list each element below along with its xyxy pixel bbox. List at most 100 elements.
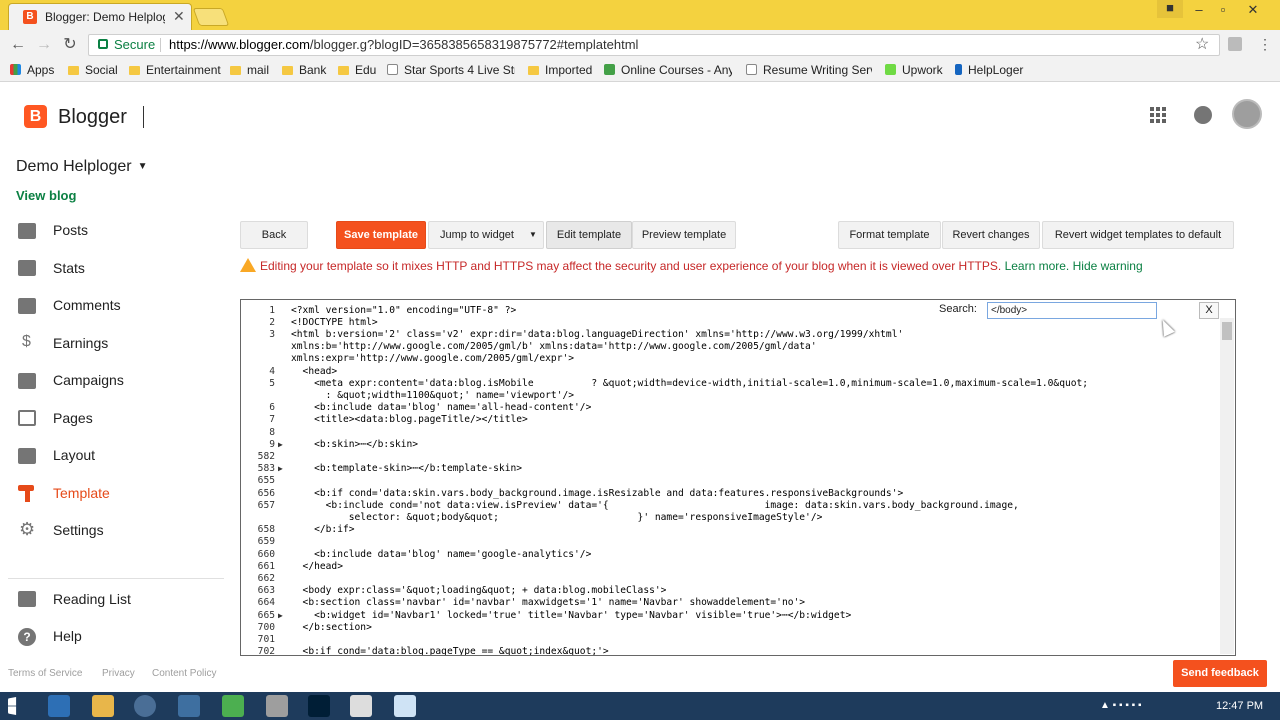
content-policy-link[interactable]: Content Policy — [152, 668, 216, 679]
jump-to-widget-label: Jump to widget — [440, 229, 514, 241]
line-number: 583 — [257, 463, 275, 474]
revert-changes-button[interactable]: Revert changes — [942, 221, 1040, 249]
revert-widget-templates-button[interactable]: Revert widget templates to default — [1042, 221, 1234, 249]
bookmark-social[interactable]: Social — [68, 63, 118, 77]
taskbar-camtasia-icon[interactable] — [350, 695, 372, 717]
taskbar-photoshop-icon[interactable] — [308, 695, 330, 717]
blog-selector[interactable]: Demo Helploger ▼ — [16, 158, 148, 176]
privacy-link[interactable]: Privacy — [102, 668, 135, 679]
tab-close-icon[interactable]: ✕ — [173, 8, 185, 25]
sidebar-item-template[interactable]: Template — [53, 485, 110, 501]
taskbar-app-icon[interactable] — [178, 695, 200, 717]
jump-to-widget-dropdown[interactable]: Jump to widget ▼ — [428, 221, 544, 249]
bookmark-imported[interactable]: Imported — [528, 63, 592, 77]
line-number: 702 — [257, 646, 275, 656]
format-template-button[interactable]: Format template — [838, 221, 941, 249]
sidebar-item-posts[interactable]: Posts — [53, 222, 88, 238]
taskbar-app-icon[interactable] — [222, 695, 244, 717]
help-icon: ? — [18, 628, 36, 646]
minimize-icon[interactable]: – — [1186, 2, 1212, 20]
editor-scrollbar[interactable] — [1220, 318, 1234, 654]
line-number: 5 — [269, 378, 275, 389]
folder-icon — [68, 66, 79, 75]
new-tab-button[interactable] — [192, 8, 230, 26]
fold-arrow-icon[interactable]: ▶ — [278, 463, 283, 475]
maximize-icon[interactable]: ▫ — [1210, 2, 1236, 20]
fold-arrow-icon[interactable]: ▶ — [278, 439, 283, 451]
sidebar-item-pages[interactable]: Pages — [53, 410, 93, 426]
layout-icon — [18, 448, 36, 464]
back-arrow-icon[interactable]: ← — [8, 36, 28, 54]
code-text: <b:if cond='data:blog.pageType == &quot;… — [291, 646, 609, 656]
code-text: : &quot;width=1100&quot;' name='viewport… — [291, 390, 575, 401]
pages-icon — [18, 410, 36, 426]
code-text: selector: &quot;body&quot; }' name='resp… — [291, 512, 823, 523]
search-close-button[interactable]: X — [1199, 302, 1219, 319]
save-template-button[interactable]: Save template — [336, 221, 426, 249]
forward-arrow-icon[interactable]: → — [34, 36, 54, 54]
sidebar-item-layout[interactable]: Layout — [53, 447, 95, 463]
blogger-logo-icon[interactable]: B — [24, 105, 47, 128]
sidebar-item-campaigns[interactable]: Campaigns — [53, 372, 124, 388]
url-text[interactable]: https://www.blogger.com/blogger.g?blogID… — [169, 37, 638, 52]
bookmark-resume[interactable]: Resume Writing Servi — [746, 63, 872, 77]
bookmark-bank[interactable]: Bank — [282, 63, 326, 77]
window-close-icon[interactable]: ✕ — [1240, 2, 1266, 20]
template-code-editor[interactable]: 1 <?xml version="1.0" encoding="UTF-8" ?>… — [240, 299, 1236, 656]
posts-icon — [18, 223, 36, 239]
bookmark-apps[interactable]: Apps — [10, 63, 54, 77]
line-number: 3 — [269, 329, 275, 340]
preview-template-button[interactable]: Preview template — [632, 221, 736, 249]
back-button[interactable]: Back — [240, 221, 308, 249]
code-text: xmlns:b='http://www.google.com/2005/gml/… — [291, 341, 817, 352]
page-icon — [746, 64, 757, 75]
bookmark-entertainment[interactable]: Entertainment — [129, 63, 221, 77]
sidebar-item-settings[interactable]: Settings — [53, 522, 104, 538]
sidebar-item-earnings[interactable]: Earnings — [53, 335, 108, 351]
send-feedback-button[interactable]: Send feedback — [1173, 660, 1267, 687]
menu-dots-icon[interactable]: ⋮ — [1258, 36, 1272, 53]
system-tray-icons[interactable]: ▲ ▪ ▪ ▪ ▪ ▪ — [1100, 700, 1210, 712]
apps-grid-icon — [10, 64, 21, 75]
dollar-icon: $ — [22, 333, 31, 350]
bookmark-edu[interactable]: Edu — [338, 63, 376, 77]
bookmark-online-courses[interactable]: Online Courses - Any — [604, 63, 732, 77]
reload-icon[interactable]: ↻ — [60, 36, 80, 54]
edit-template-button[interactable]: Edit template — [546, 221, 632, 249]
stats-icon — [18, 260, 36, 276]
bookmark-star-sports[interactable]: Star Sports 4 Live Stre — [387, 63, 515, 77]
sidebar-item-stats[interactable]: Stats — [53, 260, 85, 276]
avatar[interactable] — [1232, 99, 1262, 129]
google-apps-icon[interactable] — [1150, 107, 1166, 123]
bookmark-helploger[interactable]: HelpLoger — [955, 63, 1023, 77]
profile-icon[interactable]: ■ — [1157, 0, 1183, 18]
browser-tab[interactable]: B Blogger: Demo Helploger ✕ — [8, 3, 192, 30]
search-input[interactable] — [987, 302, 1157, 319]
view-blog-link[interactable]: View blog — [16, 188, 76, 203]
sidebar-item-comments[interactable]: Comments — [53, 297, 121, 313]
folder-icon — [282, 66, 293, 75]
sidebar-item-help[interactable]: Help — [53, 628, 82, 644]
code-text: <b:include data='blog' name='google-anal… — [291, 549, 592, 560]
code-text: </head> — [291, 561, 343, 572]
taskbar-chrome-icon[interactable] — [134, 695, 156, 717]
taskbar-folder-icon[interactable] — [92, 695, 114, 717]
taskbar-app-icon[interactable] — [266, 695, 288, 717]
hide-warning-link[interactable]: Hide warning — [1073, 259, 1143, 273]
scrollbar-thumb[interactable] — [1222, 322, 1232, 340]
learn-more-link[interactable]: Learn more. — [1005, 259, 1070, 273]
bookmark-mail[interactable]: mail — [230, 63, 269, 77]
fold-arrow-icon[interactable]: ▶ — [278, 610, 283, 622]
code-text: <b:skin>⋯</b:skin> — [291, 439, 419, 450]
extension-icon[interactable] — [1228, 37, 1242, 51]
taskbar-explorer-icon[interactable] — [48, 695, 70, 717]
line-number: 660 — [257, 549, 275, 560]
terms-link[interactable]: Terms of Service — [8, 668, 82, 679]
sidebar-item-reading-list[interactable]: Reading List — [53, 591, 131, 607]
notifications-icon[interactable] — [1194, 106, 1212, 124]
bookmark-star-icon[interactable]: ☆ — [1195, 34, 1209, 54]
folder-icon — [528, 66, 539, 75]
taskbar-notepad-icon[interactable] — [394, 695, 416, 717]
line-number: 700 — [257, 622, 275, 633]
bookmark-upwork[interactable]: Upwork — [885, 63, 943, 77]
